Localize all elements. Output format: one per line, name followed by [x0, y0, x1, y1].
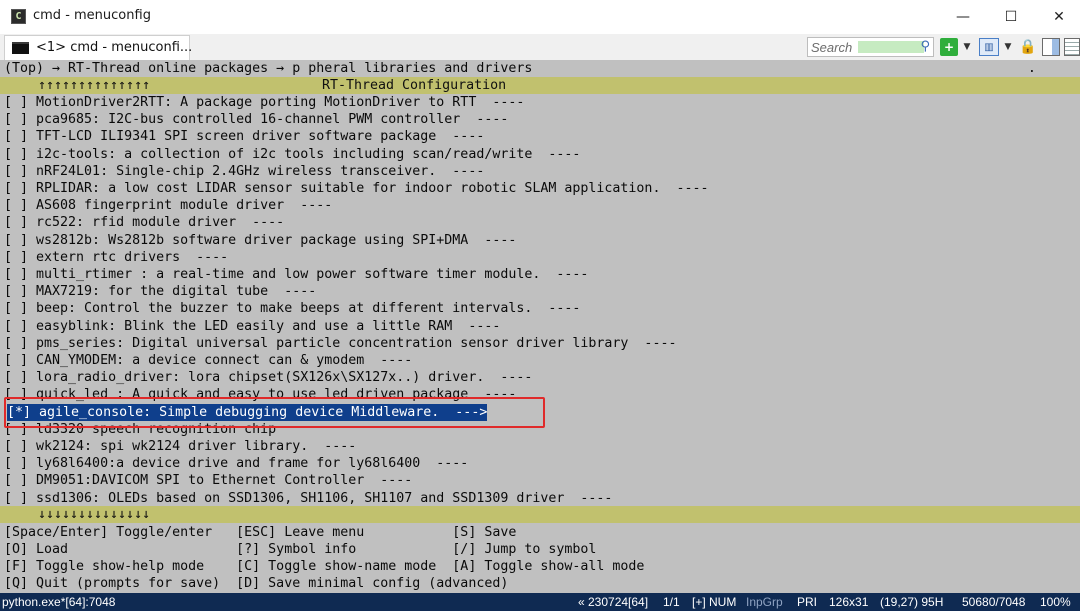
- status-build: « 230724[64]: [578, 595, 649, 609]
- page-title: RT-Thread Configuration: [322, 78, 507, 93]
- status-inpgrp: InpGrp: [746, 595, 783, 609]
- menu-item[interactable]: [ ] ly68l6400:a device drive and frame f…: [4, 455, 468, 472]
- menu-item[interactable]: [ ] ws2812b: Ws2812b software driver pac…: [4, 232, 516, 249]
- lock-icon[interactable]: 🔒: [1019, 38, 1037, 56]
- status-page: 1/1: [663, 595, 680, 609]
- minimize-icon: —: [956, 9, 970, 25]
- status-process: python.exe*[64]:7048: [2, 595, 116, 609]
- menu-item[interactable]: [ ] nRF24L01: Single-chip 2.4GHz wireles…: [4, 163, 484, 180]
- highlight-annotation: [4, 397, 545, 428]
- menu-item[interactable]: [ ] wk2124: spi wk2124 driver library. -…: [4, 438, 356, 455]
- menu-item[interactable]: [ ] lora_radio_driver: lora chipset(SX12…: [4, 369, 532, 386]
- footer-bar: ↓↓↓↓↓↓↓↓↓↓↓↓↓↓: [0, 506, 1080, 523]
- menu-item[interactable]: [ ] TFT-LCD ILI9341 SPI screen driver so…: [4, 128, 484, 145]
- menu-item[interactable]: [ ] MotionDriver2RTT: A package porting …: [4, 94, 524, 111]
- menu-item[interactable]: [ ] ssd1306: OLEDs based on SSD1306, SH1…: [4, 490, 612, 507]
- console-app-icon: C: [11, 9, 26, 24]
- help-line-4: [Q] Quit (prompts for save) [D] Save min…: [4, 576, 509, 591]
- status-size: 126x31: [829, 595, 869, 609]
- status-bar: python.exe*[64]:7048 « 230724[64] 1/1 [+…: [0, 593, 1080, 611]
- maximize-icon: ☐: [1004, 9, 1018, 25]
- menu-icon[interactable]: [1064, 38, 1080, 56]
- close-icon: ✕: [1053, 9, 1065, 25]
- close-button[interactable]: ✕: [1036, 0, 1080, 34]
- menu-item[interactable]: [ ] extern rtc drivers ----: [4, 249, 228, 266]
- breadcrumb: (Top) → RT-Thread online packages → p ph…: [4, 61, 533, 76]
- status-cursor: (19,27) 95H: [880, 595, 944, 609]
- panel-icon[interactable]: [1042, 38, 1060, 56]
- menu-item[interactable]: [ ] AS608 fingerprint module driver ----: [4, 197, 332, 214]
- title-bar: C cmd - menuconfig — ☐ ✕: [0, 0, 1080, 34]
- search-icon[interactable]: ⚲: [920, 39, 930, 54]
- menu-item[interactable]: [ ] rc522: rfid module driver ----: [4, 214, 284, 231]
- dropdown-icon-2[interactable]: ▼: [1002, 38, 1014, 56]
- add-tab-icon[interactable]: +: [940, 38, 958, 56]
- status-pid: 50680/7048: [962, 595, 1026, 609]
- status-zoom: 100%: [1040, 595, 1071, 609]
- terminal-area[interactable]: (Top) → RT-Thread online packages → p ph…: [0, 60, 1080, 593]
- search-box[interactable]: ⚲: [807, 37, 934, 57]
- menu-item[interactable]: [ ] CAN_YMODEM: a device connect can & y…: [4, 352, 412, 369]
- menu-item[interactable]: [ ] DM9051:DAVICOM SPI to Ethernet Contr…: [4, 472, 412, 489]
- tab-console[interactable]: <1> cmd - menuconfi...: [4, 35, 193, 60]
- menu-item[interactable]: [ ] easyblink: Blink the LED easily and …: [4, 318, 500, 335]
- menu-item[interactable]: [ ] RPLIDAR: a low cost LIDAR sensor sui…: [4, 180, 708, 197]
- header-bar: ↑↑↑↑↑↑↑↑↑↑↑↑↑↑ RT-Thread Configuration: [0, 77, 1080, 94]
- menu-item[interactable]: [ ] i2c-tools: a collection of i2c tools…: [4, 146, 580, 163]
- help-line-2: [O] Load [?] Symbol info [/] Jump to sym…: [4, 542, 597, 557]
- menu-item[interactable]: [ ] beep: Control the buzzer to make bee…: [4, 300, 580, 317]
- terminal-icon: [12, 42, 29, 54]
- menu-item[interactable]: [ ] pms_series: Digital universal partic…: [4, 335, 676, 352]
- scroll-marker: .: [1028, 61, 1036, 76]
- window-title: cmd - menuconfig: [33, 8, 151, 23]
- minimize-button[interactable]: —: [940, 0, 986, 34]
- maximize-button[interactable]: ☐: [988, 0, 1034, 34]
- tab-bar: <1> cmd - menuconfi... ⚲ + ▼ ▥ ▼ 🔒: [0, 34, 1080, 60]
- status-flags: [+] NUM: [692, 595, 737, 609]
- footer-arrows: ↓↓↓↓↓↓↓↓↓↓↓↓↓↓: [38, 507, 151, 522]
- menu-item[interactable]: [ ] MAX7219: for the digital tube ----: [4, 283, 316, 300]
- search-input[interactable]: [810, 39, 911, 55]
- help-line-1: [Space/Enter] Toggle/enter [ESC] Leave m…: [4, 525, 517, 540]
- header-arrows: ↑↑↑↑↑↑↑↑↑↑↑↑↑↑: [38, 78, 151, 93]
- dropdown-icon[interactable]: ▼: [961, 38, 973, 56]
- menu-item[interactable]: [ ] pca9685: I2C-bus controlled 16-chann…: [4, 111, 508, 128]
- view-icon[interactable]: ▥: [979, 38, 999, 56]
- tab-label: <1> cmd - menuconfi...: [36, 40, 193, 55]
- status-pri: PRI: [797, 595, 818, 609]
- help-line-3: [F] Toggle show-help mode [C] Toggle sho…: [4, 559, 645, 574]
- menu-item[interactable]: [ ] multi_rtimer : a real-time and low p…: [4, 266, 588, 283]
